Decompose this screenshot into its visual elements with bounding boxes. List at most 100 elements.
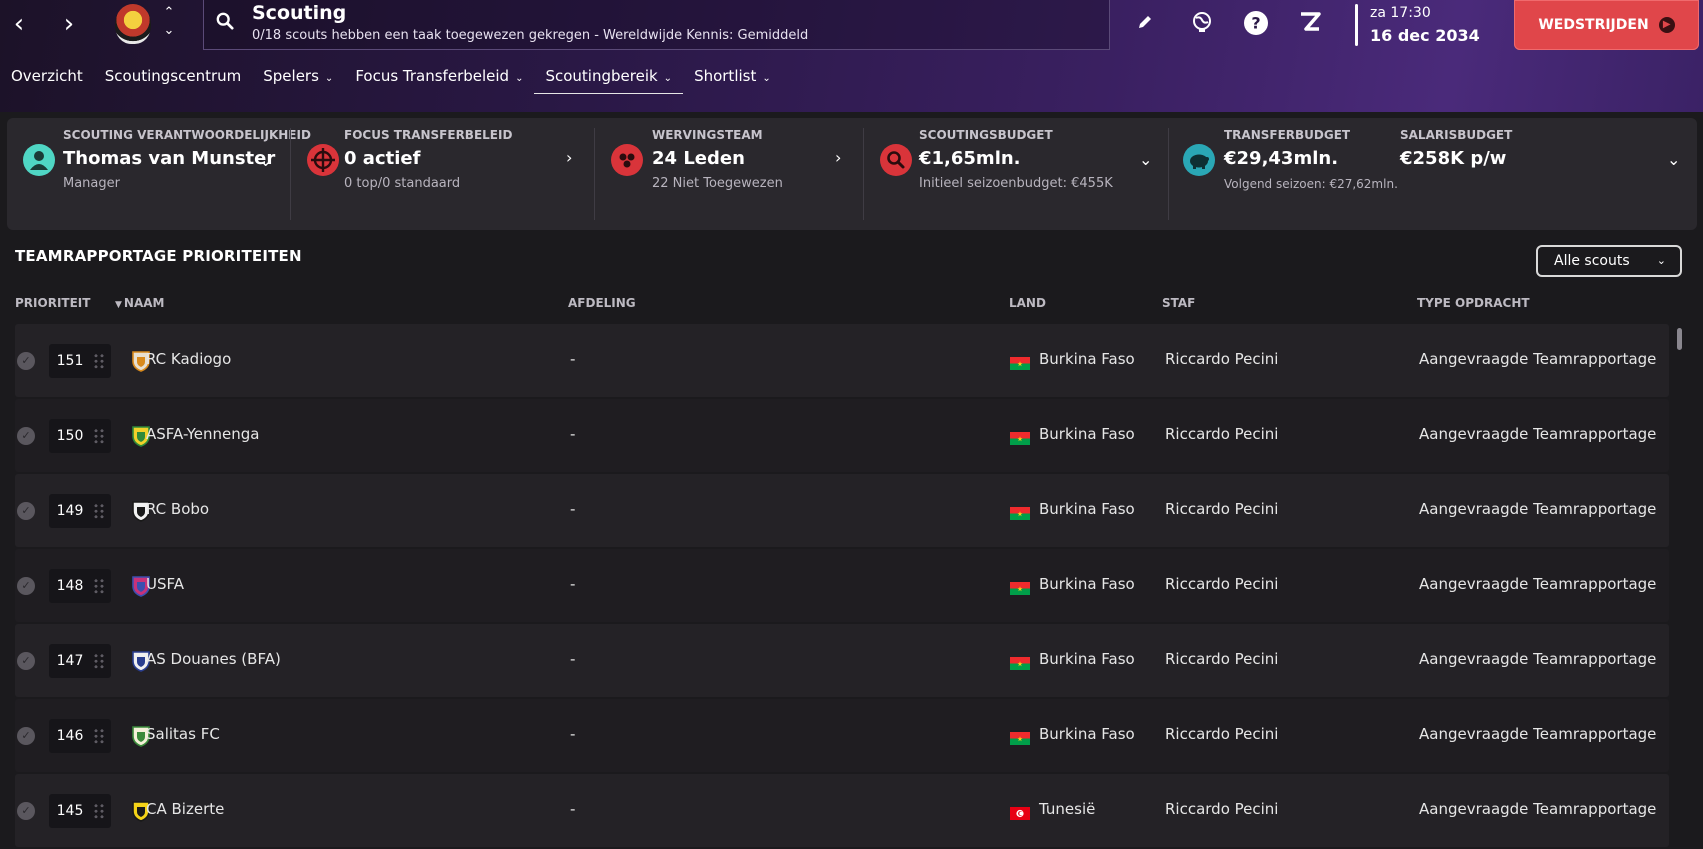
person-icon <box>23 144 55 176</box>
table-row[interactable]: ✓ 148 USFA - Burkina Faso Riccardo Pecini Aang… <box>15 549 1669 622</box>
priority-box[interactable]: 148 <box>49 569 111 603</box>
drag-handle-icon[interactable] <box>93 428 105 444</box>
country-link[interactable]: Burkina Faso <box>1039 650 1135 668</box>
table-row[interactable]: ✓ 149 RC Bobo - Burkina Faso Riccardo Pecini A… <box>15 474 1669 547</box>
chevron-down-icon[interactable]: ⌄ <box>259 151 272 170</box>
staff-link[interactable]: Riccardo Pecini <box>1165 425 1278 443</box>
sort-down-icon: ▼ <box>115 300 122 310</box>
table-row[interactable]: ✓ 147 AS Douanes (BFA) - Burkina Faso Riccard… <box>15 624 1669 697</box>
column-header-priority[interactable]: PRIORITEIT <box>15 296 90 310</box>
wage-budget-label: SALARISBUDGET <box>1400 128 1513 142</box>
checkmark-icon[interactable]: ✓ <box>17 652 35 670</box>
chevron-down-icon: ⌄ <box>324 73 334 84</box>
drag-handle-icon[interactable] <box>93 578 105 594</box>
club-name-link[interactable]: CA Bizerte <box>146 800 224 818</box>
checkmark-icon[interactable]: ✓ <box>17 802 35 820</box>
column-header-assignment[interactable]: TYPE OPDRACHT <box>1417 296 1530 310</box>
table-row[interactable]: ✓ 145 CA Bizerte - Tunesië Riccardo Pecini Aan… <box>15 774 1669 847</box>
staff-link[interactable]: Riccardo Pecini <box>1165 500 1278 518</box>
chevron-down-icon[interactable]: ⌄ <box>1139 150 1152 169</box>
stat-recruitment-team[interactable]: WERVINGSTEAM 24 Leden 22 Niet Toegewezen… <box>595 118 863 230</box>
column-header-staff[interactable]: STAF <box>1162 296 1195 310</box>
tab-overzicht[interactable]: Overzicht <box>0 62 94 94</box>
staff-link[interactable]: Riccardo Pecini <box>1165 650 1278 668</box>
drag-handle-icon[interactable] <box>93 653 105 669</box>
tab-focus-transferbeleid[interactable]: Focus Transferbeleid ⌄ <box>344 62 534 94</box>
page-subtitle: 0/18 scouts hebben een taak toegewezen g… <box>252 28 809 43</box>
edit-pencil-icon[interactable] <box>1131 10 1159 38</box>
club-badge-icon[interactable] <box>115 4 151 44</box>
club-name-link[interactable]: ASFA-Yennenga <box>146 425 259 443</box>
country-link[interactable]: Burkina Faso <box>1039 425 1135 443</box>
continue-button[interactable]: WEDSTRIJDEN ▶ <box>1514 0 1699 50</box>
club-name-link[interactable]: RC Kadiogo <box>146 350 231 368</box>
stat-focus-transfer[interactable]: FOCUS TRANSFERBELEID 0 actief 0 top/0 st… <box>291 118 594 230</box>
tab-bar: Overzicht Scoutingscentrum Spelers ⌄ Focus T… <box>0 62 782 94</box>
table-row[interactable]: ✓ 151 RC Kadiogo - Burkina Faso Riccardo Peci… <box>15 324 1669 397</box>
tab-scoutingscentrum[interactable]: Scoutingscentrum <box>94 62 253 94</box>
drag-handle-icon[interactable] <box>93 728 105 744</box>
priority-box[interactable]: 146 <box>49 719 111 753</box>
club-switch-icon[interactable]: ⌃ ⌄ <box>160 4 178 44</box>
checkmark-icon[interactable]: ✓ <box>17 502 35 520</box>
staff-link[interactable]: Riccardo Pecini <box>1165 800 1278 818</box>
country-link[interactable]: Burkina Faso <box>1039 575 1135 593</box>
staff-link[interactable]: Riccardo Pecini <box>1165 725 1278 743</box>
checkmark-icon[interactable]: ✓ <box>17 427 35 445</box>
priority-number: 147 <box>56 653 84 669</box>
globe-icon[interactable] <box>1188 10 1216 38</box>
country-link[interactable]: Burkina Faso <box>1039 725 1135 743</box>
checkmark-icon[interactable]: ✓ <box>17 727 35 745</box>
page-header[interactable]: Scouting 0/18 scouts hebben een taak toe… <box>203 0 1110 50</box>
column-header-country[interactable]: LAND <box>1009 296 1046 310</box>
table-row[interactable]: ✓ 150 ASFA-Yennenga - Burkina Faso Riccardo P… <box>15 399 1669 472</box>
back-arrow-icon[interactable]: ‹ <box>4 8 34 40</box>
assignment-type-cell: Aangevraagde Teamrapportage <box>1419 500 1657 518</box>
club-name-link[interactable]: Salitas FC <box>146 725 220 743</box>
stat-sub: Manager <box>63 176 120 191</box>
table-row[interactable]: ✓ 146 Salitas FC - Burkina Faso Riccardo Peci… <box>15 699 1669 772</box>
country-link[interactable]: Burkina Faso <box>1039 350 1135 368</box>
staff-link[interactable]: Riccardo Pecini <box>1165 350 1278 368</box>
chevron-right-icon[interactable]: › <box>835 148 841 167</box>
stat-scouting-budget[interactable]: SCOUTINGSBUDGET €1,65mln. Initieel seizo… <box>864 118 1167 230</box>
club-name-link[interactable]: USFA <box>146 575 184 593</box>
forward-arrow-icon[interactable]: › <box>54 8 84 40</box>
checkmark-icon[interactable]: ✓ <box>17 577 35 595</box>
column-header-department[interactable]: AFDELING <box>568 296 636 310</box>
tab-scoutingbereik[interactable]: Scoutingbereik ⌄ <box>534 62 683 94</box>
drag-handle-icon[interactable] <box>93 353 105 369</box>
country-link[interactable]: Burkina Faso <box>1039 500 1135 518</box>
stat-responsibility[interactable]: SCOUTING VERANTWOORDELIJKHEID Thomas van… <box>7 118 311 230</box>
assignment-type-cell: Aangevraagde Teamrapportage <box>1419 800 1657 818</box>
priority-box[interactable]: 147 <box>49 644 111 678</box>
tab-label: Spelers <box>263 67 319 85</box>
country-link[interactable]: Tunesië <box>1039 800 1095 818</box>
priority-box[interactable]: 145 <box>49 794 111 828</box>
drag-handle-icon[interactable] <box>93 503 105 519</box>
staff-link[interactable]: Riccardo Pecini <box>1165 575 1278 593</box>
drag-handle-icon[interactable] <box>93 803 105 819</box>
checkmark-icon[interactable]: ✓ <box>17 352 35 370</box>
tab-spelers[interactable]: Spelers ⌄ <box>252 62 344 94</box>
priority-box[interactable]: 151 <box>49 344 111 378</box>
stat-transfer-budget[interactable]: TRANSFERBUDGET €29,43mln. Volgend seizoe… <box>1169 118 1697 230</box>
z-logo-icon[interactable] <box>1296 10 1324 38</box>
help-icon[interactable]: ? <box>1242 10 1270 38</box>
tab-shortlist[interactable]: Shortlist ⌄ <box>683 62 782 94</box>
stat-sub: Initieel seizoenbudget: €455K <box>919 176 1113 191</box>
chevron-right-icon[interactable]: › <box>566 148 572 167</box>
scout-filter-dropdown[interactable]: Alle scouts ⌄ <box>1536 245 1682 277</box>
chevron-down-icon[interactable]: ⌄ <box>1667 150 1680 169</box>
stat-value: Thomas van Munster <box>63 148 276 169</box>
club-name-link[interactable]: AS Douanes (BFA) <box>146 650 281 668</box>
priority-box[interactable]: 149 <box>49 494 111 528</box>
continue-button-label: WEDSTRIJDEN <box>1538 17 1649 33</box>
chevron-down-icon: ⌄ <box>762 73 771 84</box>
priority-box[interactable]: 150 <box>49 419 111 453</box>
club-name-link[interactable]: RC Bobo <box>146 500 209 518</box>
scouting-stats-panel: SCOUTING VERANTWOORDELIJKHEID Thomas van… <box>7 118 1697 230</box>
column-header-name[interactable]: ▼ NAAM <box>115 296 164 310</box>
table-scrollbar[interactable] <box>1677 328 1682 350</box>
priority-number: 149 <box>56 503 84 519</box>
